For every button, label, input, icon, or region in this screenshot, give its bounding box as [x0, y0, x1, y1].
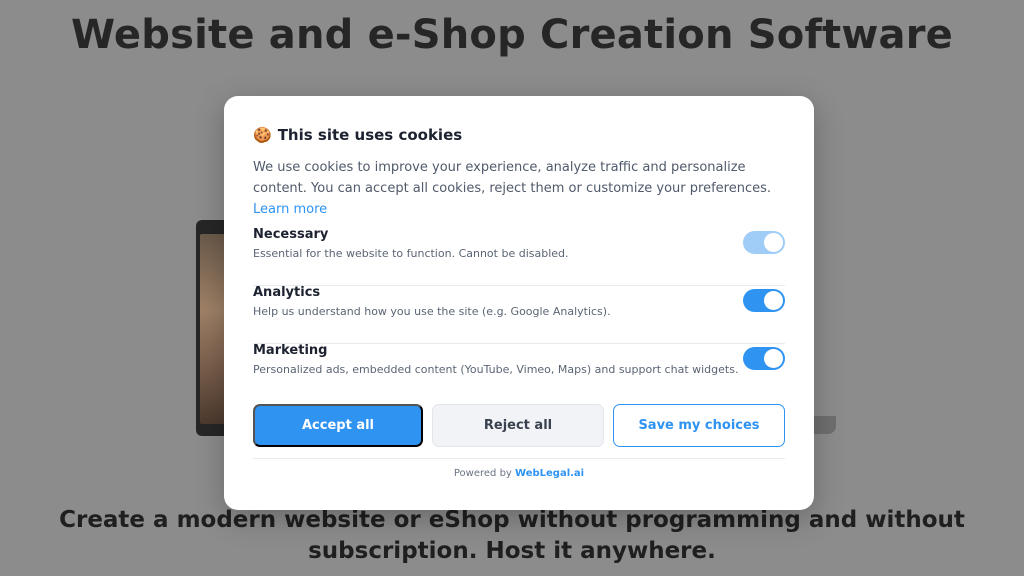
- toggle-knob: [764, 233, 783, 252]
- page-subtitle: Create a modern website or eShop without…: [40, 505, 984, 567]
- category-marketing: Marketing Personalized ads, embedded con…: [253, 343, 785, 401]
- cookie-consent-dialog: 🍪 This site uses cookies We use cookies …: [224, 96, 814, 510]
- powered-by-brand-link[interactable]: WebLegal.ai: [515, 468, 584, 479]
- powered-by: Powered by WebLegal.ai: [224, 468, 814, 479]
- necessary-toggle[interactable]: [743, 231, 785, 254]
- category-description: Essential for the website to function. C…: [253, 247, 569, 260]
- footer-divider: [253, 458, 785, 459]
- dialog-description-text: We use cookies to improve your experienc…: [253, 160, 771, 196]
- category-name: Analytics: [253, 285, 321, 300]
- accept-all-button[interactable]: Accept all: [253, 404, 423, 447]
- page-title: Website and e-Shop Creation Software: [71, 12, 953, 58]
- learn-more-link[interactable]: Learn more: [253, 202, 327, 217]
- toggle-knob: [764, 349, 783, 368]
- toggle-knob: [764, 291, 783, 310]
- save-choices-button[interactable]: Save my choices: [613, 404, 785, 447]
- category-description: Help us understand how you use the site …: [253, 305, 611, 318]
- dialog-header: 🍪 This site uses cookies: [253, 126, 462, 144]
- category-name: Marketing: [253, 343, 328, 358]
- category-description: Personalized ads, embedded content (YouT…: [253, 363, 739, 376]
- cookie-icon: 🍪: [253, 126, 272, 144]
- category-name: Necessary: [253, 227, 329, 242]
- page-subtitle-line2: subscription. Host it anywhere.: [308, 538, 716, 564]
- dialog-description: We use cookies to improve your experienc…: [253, 157, 793, 220]
- dialog-title: This site uses cookies: [277, 126, 463, 144]
- reject-all-button[interactable]: Reject all: [432, 404, 604, 447]
- analytics-toggle[interactable]: [743, 289, 785, 312]
- powered-by-label: Powered by: [453, 468, 512, 479]
- category-analytics: Analytics Help us understand how you use…: [253, 285, 785, 344]
- marketing-toggle[interactable]: [743, 347, 785, 370]
- category-necessary: Necessary Essential for the website to f…: [253, 227, 785, 286]
